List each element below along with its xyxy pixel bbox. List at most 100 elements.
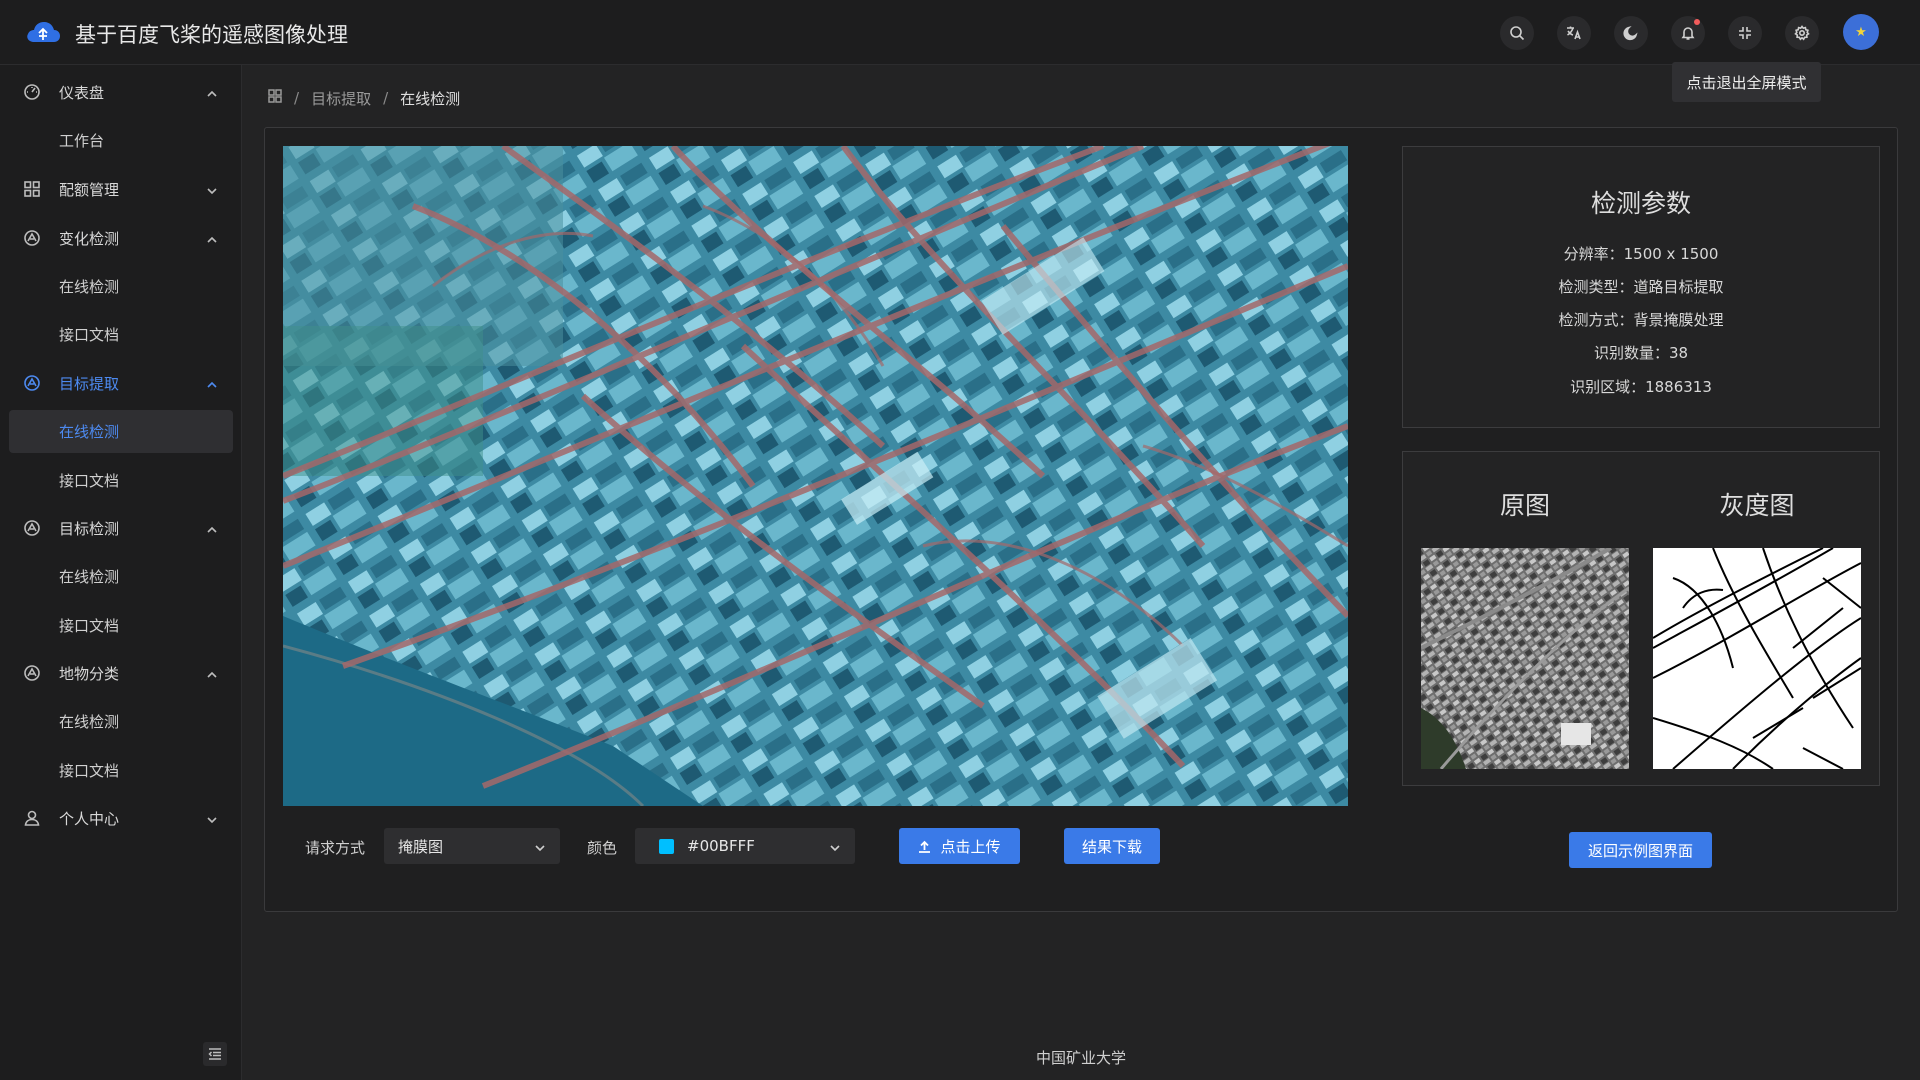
sidebar-item-extract-online[interactable]: 在线检测 xyxy=(9,410,233,453)
sidebar-item-detect-online[interactable]: 在线检测 xyxy=(9,555,233,598)
sidebar-item-label: 在线检测 xyxy=(59,713,120,731)
original-thumbnail xyxy=(1421,548,1629,769)
chevron-down-icon xyxy=(206,183,218,195)
footer-text: 中国矿业大学 xyxy=(1035,1049,1126,1067)
gray-image-title: 灰度图 xyxy=(1719,491,1795,520)
sidebar-item-dashboard[interactable]: 仪表盘 xyxy=(0,70,242,114)
radar-icon xyxy=(23,229,41,247)
breadcrumb-separator: / xyxy=(294,89,300,107)
sidebar-item-quota[interactable]: 配额管理 xyxy=(0,167,242,211)
thumbs-panel: 原图 灰度图 xyxy=(1402,451,1880,786)
chevron-up-icon xyxy=(206,86,218,98)
sidebar-item-label: 在线检测 xyxy=(59,568,120,586)
color-select[interactable]: #00BFFF xyxy=(635,828,855,864)
radar-icon xyxy=(23,664,41,682)
sidebar-collapse-button[interactable] xyxy=(203,1042,227,1066)
sidebar-item-classify-docs[interactable]: 接口文档 xyxy=(9,749,233,792)
param-area: 识别区域：1886313 xyxy=(1570,378,1712,396)
translate-icon xyxy=(1567,26,1581,40)
upload-button-label: 点击上传 xyxy=(940,837,1001,856)
sidebar-item-label: 接口文档 xyxy=(59,617,120,635)
breadcrumb: / 目标提取 / 在线检测 xyxy=(268,87,460,109)
gray-thumbnail xyxy=(1653,548,1861,769)
sidebar-item-change-detection[interactable]: 变化检测 xyxy=(0,216,242,260)
chevron-down-icon xyxy=(829,840,841,852)
sidebar-item-classification[interactable]: 地物分类 xyxy=(0,651,242,695)
moon-icon xyxy=(1623,26,1638,41)
sidebar-item-change-docs[interactable]: 接口文档 xyxy=(9,313,233,356)
sidebar-item-label: 变化检测 xyxy=(59,229,120,248)
mask-result-image xyxy=(283,146,1348,806)
notification-button[interactable] xyxy=(1671,16,1705,50)
sidebar-item-target-detection[interactable]: 目标检测 xyxy=(0,506,242,550)
grid-icon xyxy=(23,180,41,198)
params-title: 检测参数 xyxy=(1590,189,1691,218)
sidebar-item-label: 在线检测 xyxy=(59,278,120,296)
request-method-value: 掩膜图 xyxy=(398,837,444,856)
sidebar-item-detect-docs[interactable]: 接口文档 xyxy=(9,604,233,647)
sidebar-item-label: 接口文档 xyxy=(59,762,120,780)
sidebar-item-workbench[interactable]: 工作台 xyxy=(9,119,233,162)
radar-icon xyxy=(23,374,41,392)
sidebar-item-label: 配额管理 xyxy=(59,180,120,199)
translate-button[interactable] xyxy=(1557,16,1591,50)
sidebar-item-label: 仪表盘 xyxy=(59,83,105,102)
dashboard-icon xyxy=(23,83,41,101)
radar-icon xyxy=(23,519,41,537)
sidebar-item-label: 目标检测 xyxy=(59,519,120,538)
sidebar-item-change-online[interactable]: 在线检测 xyxy=(9,265,233,308)
upload-icon xyxy=(919,840,931,853)
sidebar-item-extract-docs[interactable]: 接口文档 xyxy=(9,459,233,502)
back-button-label: 返回示例图界面 xyxy=(1587,841,1693,860)
chevron-up-icon xyxy=(206,232,218,244)
fullscreen-exit-icon xyxy=(1739,27,1751,39)
bell-icon xyxy=(1681,27,1695,40)
gear-icon xyxy=(1794,25,1810,41)
notification-dot xyxy=(1694,19,1700,25)
chevron-up-icon xyxy=(206,377,218,389)
user-avatar[interactable]: ★ xyxy=(1843,14,1879,50)
sidebar-item-label: 在线检测 xyxy=(59,423,120,441)
sidebar-item-label: 接口文档 xyxy=(59,326,120,344)
request-method-select[interactable]: 掩膜图 xyxy=(384,828,560,864)
param-count: 识别数量：38 xyxy=(1593,344,1689,362)
sidebar-item-classify-online[interactable]: 在线检测 xyxy=(9,700,233,743)
breadcrumb-item[interactable]: 目标提取 xyxy=(311,88,371,109)
sidebar: 仪表盘 工作台 配额管理 变化检测 在线检测 接口文档 目标提取 在线检测 接口… xyxy=(0,65,242,1080)
settings-button[interactable] xyxy=(1785,16,1819,50)
app-title: 基于百度飞桨的遥感图像处理 xyxy=(75,23,348,47)
sidebar-item-label: 目标提取 xyxy=(59,374,120,393)
fullscreen-exit-button[interactable] xyxy=(1728,16,1762,50)
sidebar-item-label: 接口文档 xyxy=(59,472,120,490)
user-icon xyxy=(23,809,41,827)
theme-toggle-button[interactable] xyxy=(1614,16,1648,50)
param-resolution: 分辨率：1500 x 1500 xyxy=(1563,245,1719,263)
back-to-examples-button[interactable]: 返回示例图界面 xyxy=(1569,832,1712,868)
color-value: #00BFFF xyxy=(687,837,755,855)
sidebar-item-profile[interactable]: 个人中心 xyxy=(0,796,242,840)
sidebar-item-target-extraction[interactable]: 目标提取 xyxy=(0,361,242,405)
chevron-up-icon xyxy=(206,522,218,534)
sidebar-item-label: 个人中心 xyxy=(59,809,120,828)
download-button-label: 结果下载 xyxy=(1081,837,1142,856)
fullscreen-tooltip: 点击退出全屏模式 xyxy=(1672,62,1821,102)
params-panel: 检测参数 分辨率：1500 x 1500 检测类型：道路目标提取 检测方式：背景… xyxy=(1402,146,1880,428)
chevron-down-icon xyxy=(206,812,218,824)
color-swatch xyxy=(659,839,674,854)
param-method: 检测方式：背景掩膜处理 xyxy=(1558,311,1724,329)
breadcrumb-current: 在线检测 xyxy=(400,89,461,108)
download-button[interactable]: 结果下载 xyxy=(1064,828,1160,864)
upload-button[interactable]: 点击上传 xyxy=(899,828,1020,864)
chevron-up-icon xyxy=(206,667,218,679)
breadcrumb-separator: / xyxy=(383,89,389,107)
sidebar-item-label: 地物分类 xyxy=(59,664,120,683)
home-grid-icon[interactable] xyxy=(268,89,282,107)
cloud-logo-icon xyxy=(25,18,61,46)
color-label: 颜色 xyxy=(587,839,618,857)
top-header: 基于百度飞桨的遥感图像处理 ★ xyxy=(0,0,1920,65)
param-type: 检测类型：道路目标提取 xyxy=(1558,278,1724,296)
collapse-menu-icon xyxy=(208,1048,221,1060)
original-image-title: 原图 xyxy=(1499,491,1550,520)
search-button[interactable] xyxy=(1500,16,1534,50)
search-icon xyxy=(1510,26,1525,41)
